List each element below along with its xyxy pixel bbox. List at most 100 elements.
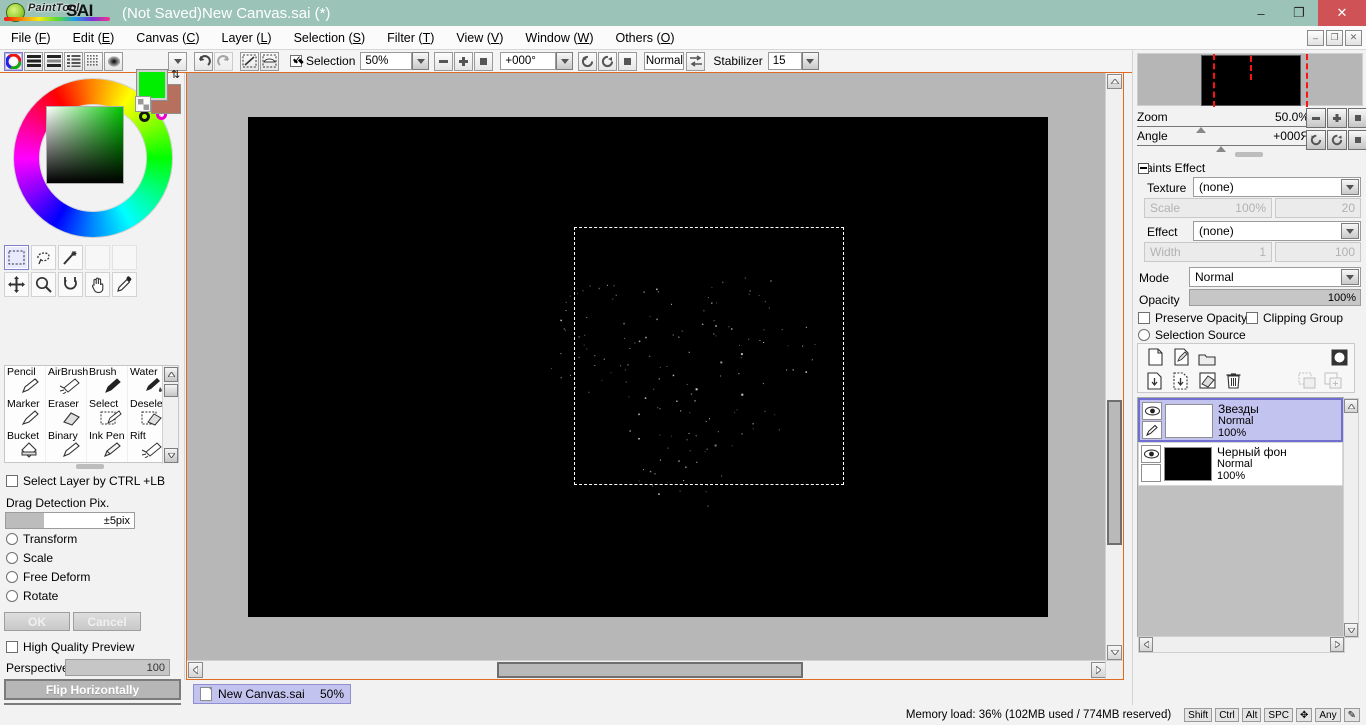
rotate-icon[interactable] <box>58 272 83 297</box>
transparency-swatch-icon[interactable] <box>135 96 151 112</box>
brush-scroll-down-button[interactable] <box>164 448 178 463</box>
zoom-in-icon[interactable] <box>454 51 474 71</box>
zoom-dropdown-icon[interactable] <box>412 52 430 70</box>
layer-scroll-up-button[interactable] <box>1344 399 1358 413</box>
collapse-icon[interactable] <box>1138 162 1149 174</box>
nav-rotate-ccw-button[interactable] <box>1306 130 1326 150</box>
perspective-slider[interactable]: 100 <box>65 659 170 676</box>
menu-item-canvas[interactable]: Canvas (C) <box>125 26 210 50</box>
layer-thumbnail[interactable] <box>1164 447 1212 481</box>
effect-dropdown-icon[interactable] <box>1341 223 1359 239</box>
zoom-out-icon[interactable] <box>434 51 454 71</box>
doc-minimize-button[interactable]: – <box>1307 29 1324 46</box>
radio-rotate[interactable] <box>6 590 18 602</box>
nav-zoom-track[interactable] <box>1137 126 1309 127</box>
window-minimize-button[interactable]: – <box>1242 0 1280 26</box>
brush-pencil[interactable]: Pencil <box>5 366 46 398</box>
radio-transform[interactable] <box>6 533 18 545</box>
layer-scroll-left-button[interactable] <box>1139 637 1153 652</box>
layer-visibility-icon[interactable] <box>1142 402 1162 420</box>
angle-dropdown-icon[interactable] <box>556 52 574 70</box>
menu-item-selection[interactable]: Selection (S) <box>283 26 377 50</box>
brush-scroll-up-button[interactable] <box>164 367 178 382</box>
new-layer-icon[interactable] <box>1144 346 1166 367</box>
canvas-hscroll-thumb[interactable] <box>497 662 803 678</box>
new-folder-icon[interactable] <box>1196 348 1218 369</box>
window-close-button[interactable]: ✕ <box>1318 0 1366 26</box>
flip-horizontally-button[interactable]: Flip Horizontally <box>4 679 181 700</box>
stabilizer-dropdown-icon[interactable] <box>801 52 819 70</box>
layer-mode-select[interactable]: Normal <box>1189 267 1361 287</box>
brush-inkpen[interactable]: Ink Pen <box>87 430 128 462</box>
drag-detection-slider[interactable]: ±5pix <box>5 512 135 529</box>
preserve-opacity-checkbox[interactable] <box>1138 312 1150 324</box>
selection-checkbox[interactable]: ✓ <box>290 54 302 67</box>
canvas-scroll-left-button[interactable] <box>188 662 203 678</box>
layer-row-background[interactable]: Черный фон Normal 100% <box>1138 442 1343 486</box>
nav-angle-reset-button[interactable] <box>1348 130 1366 150</box>
new-linework-layer-icon[interactable] <box>1170 346 1192 367</box>
brush-bucket[interactable]: Bucket <box>5 430 46 462</box>
brush-brush[interactable]: Brush <box>87 366 128 398</box>
radio-scale[interactable] <box>6 552 18 564</box>
magic-wand-icon[interactable] <box>58 245 83 270</box>
selection-checkbox-group[interactable]: ✓ Selection <box>290 54 355 68</box>
gradient-panel-icon[interactable] <box>104 51 123 71</box>
selection-source-radio[interactable] <box>1138 329 1150 341</box>
canvas-horizontal-scrollbar[interactable] <box>187 660 1107 679</box>
nav-rotate-cw-button[interactable] <box>1327 130 1347 150</box>
doc-close-button[interactable]: ✕ <box>1345 29 1362 46</box>
brush-marker[interactable]: Marker <box>5 398 46 430</box>
texture-select[interactable]: (none) <box>1193 177 1361 197</box>
select-layer-checkbox-row[interactable]: Select Layer by CTRL +LB <box>6 474 165 488</box>
zoom-reset-icon[interactable] <box>474 51 494 71</box>
mode-scale-row[interactable]: Scale <box>6 551 53 565</box>
effect-select[interactable]: (none) <box>1193 221 1361 241</box>
blank-slot-icon-2[interactable] <box>112 245 137 270</box>
swap-blend-icon[interactable] <box>686 51 706 71</box>
panel-resize-grip[interactable] <box>76 464 104 469</box>
layer-edit-icon[interactable] <box>1142 421 1162 439</box>
layer-edit-icon[interactable] <box>1141 464 1161 482</box>
menu-item-file[interactable]: File (F) <box>0 26 62 50</box>
layer-visibility-icon[interactable] <box>1141 445 1161 463</box>
nav-zoom-out-button[interactable] <box>1306 108 1326 128</box>
merge-selected-icon[interactable] <box>1170 370 1192 391</box>
lasso-select-icon[interactable] <box>31 245 56 270</box>
brush-list-scrollbar[interactable] <box>162 366 178 464</box>
canvas-scroll-right-button[interactable] <box>1091 662 1106 678</box>
menu-item-view[interactable]: View (V) <box>445 26 514 50</box>
layer-thumbnail[interactable] <box>1165 404 1213 438</box>
rotate-cw-icon[interactable] <box>598 51 618 71</box>
selection-source-row[interactable]: Selection Source <box>1138 328 1246 342</box>
hq-preview-row[interactable]: High Quality Preview <box>6 640 134 654</box>
swap-colors-icon[interactable]: ⇅ <box>171 68 180 81</box>
canvas-viewport[interactable] <box>187 73 1107 661</box>
hsv-sliders-panel-icon[interactable] <box>44 51 63 71</box>
zoom-icon[interactable] <box>31 272 56 297</box>
brush-airbrush[interactable]: AirBrush <box>46 366 88 398</box>
blend-mode-field[interactable]: Normal <box>644 52 685 70</box>
opacity-slider[interactable]: 100% <box>1189 289 1361 306</box>
layer-mode-dropdown-icon[interactable] <box>1341 269 1359 285</box>
eyedropper-icon[interactable] <box>112 272 137 297</box>
rgb-sliders-panel-icon[interactable] <box>24 51 43 71</box>
layer-mask-icon[interactable] <box>1328 347 1350 368</box>
document-tab[interactable]: New Canvas.sai 50% <box>193 684 351 704</box>
zoom-value-field[interactable]: 50% <box>360 52 413 70</box>
scratchpad-panel-icon[interactable] <box>84 51 103 71</box>
menu-item-filter[interactable]: Filter (T) <box>376 26 445 50</box>
canvas-vscroll-thumb[interactable] <box>1107 400 1122 545</box>
redo-icon[interactable] <box>214 51 233 71</box>
nav-angle-handle[interactable] <box>1216 146 1226 152</box>
canvas-scroll-up-button[interactable] <box>1107 74 1122 89</box>
clipping-group-row[interactable]: Clipping Group <box>1246 311 1343 325</box>
select-layer-checkbox[interactable] <box>6 475 18 487</box>
ok-button[interactable]: OK <box>4 612 70 631</box>
menu-item-window[interactable]: Window (W) <box>514 26 604 50</box>
paints-effect-header[interactable]: Paints Effect <box>1138 161 1205 175</box>
layer-row-stars[interactable]: Звезды Normal 100% <box>1138 398 1343 442</box>
right-panel-resize-grip[interactable] <box>1235 152 1263 157</box>
canvas-scroll-down-button[interactable] <box>1107 645 1122 660</box>
preserve-opacity-row[interactable]: Preserve Opacity <box>1138 311 1247 325</box>
